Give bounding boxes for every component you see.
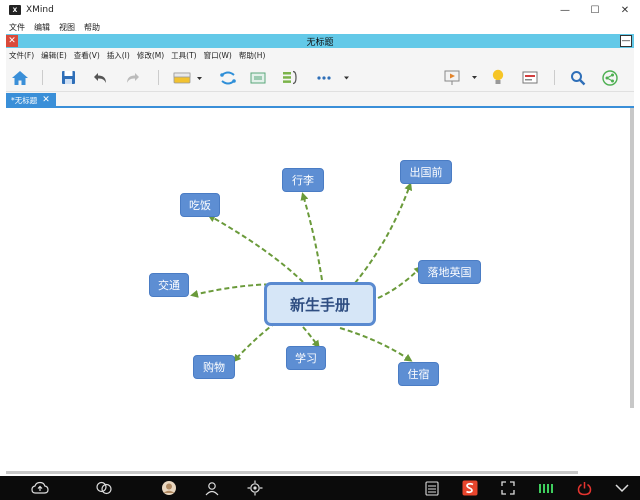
vertical-scrollbar[interactable] — [630, 108, 634, 408]
topic-chuguoqian[interactable]: 出国前 — [400, 160, 452, 184]
connector-to-luodi — [377, 265, 423, 299]
connector-to-chuguoqian — [354, 182, 413, 284]
user-icon[interactable] — [202, 479, 222, 497]
topic-gouwu[interactable]: 购物 — [193, 355, 235, 379]
connector-to-chifan — [207, 214, 304, 283]
topic-xuexi[interactable]: 学习 — [286, 346, 326, 370]
topic-jiaotong[interactable]: 交通 — [149, 273, 189, 297]
fullscreen-icon[interactable] — [498, 479, 518, 497]
sogou-icon[interactable] — [460, 479, 480, 497]
taskbar — [0, 476, 640, 500]
horizontal-scrollbar[interactable] — [6, 471, 578, 474]
chat-icon[interactable] — [94, 479, 114, 497]
topic-luodiyingguo[interactable]: 落地英国 — [418, 260, 481, 284]
keyboard-icon[interactable] — [422, 479, 442, 497]
central-topic[interactable]: 新生手册 — [264, 282, 376, 326]
cloud-upload-icon[interactable] — [30, 479, 50, 497]
connector-to-xingli — [300, 192, 323, 281]
connector-to-xuexi — [302, 326, 320, 349]
signal-icon[interactable] — [536, 479, 556, 497]
mindmap-connectors — [190, 182, 423, 363]
avatar-icon[interactable] — [159, 479, 179, 497]
topic-zhusu[interactable]: 住宿 — [398, 362, 439, 386]
chevron-down-icon[interactable] — [612, 479, 632, 497]
topic-chifan[interactable]: 吃饭 — [180, 193, 220, 217]
locate-icon[interactable] — [245, 479, 265, 497]
screen: X XMind — ☐ ✕ 文件 编辑 视图 帮助 ✕ 无标题 — 文件(F) … — [0, 0, 640, 500]
power-icon[interactable] — [574, 479, 594, 497]
connector-to-zhusu — [339, 327, 413, 362]
topic-xingli[interactable]: 行李 — [282, 168, 324, 192]
